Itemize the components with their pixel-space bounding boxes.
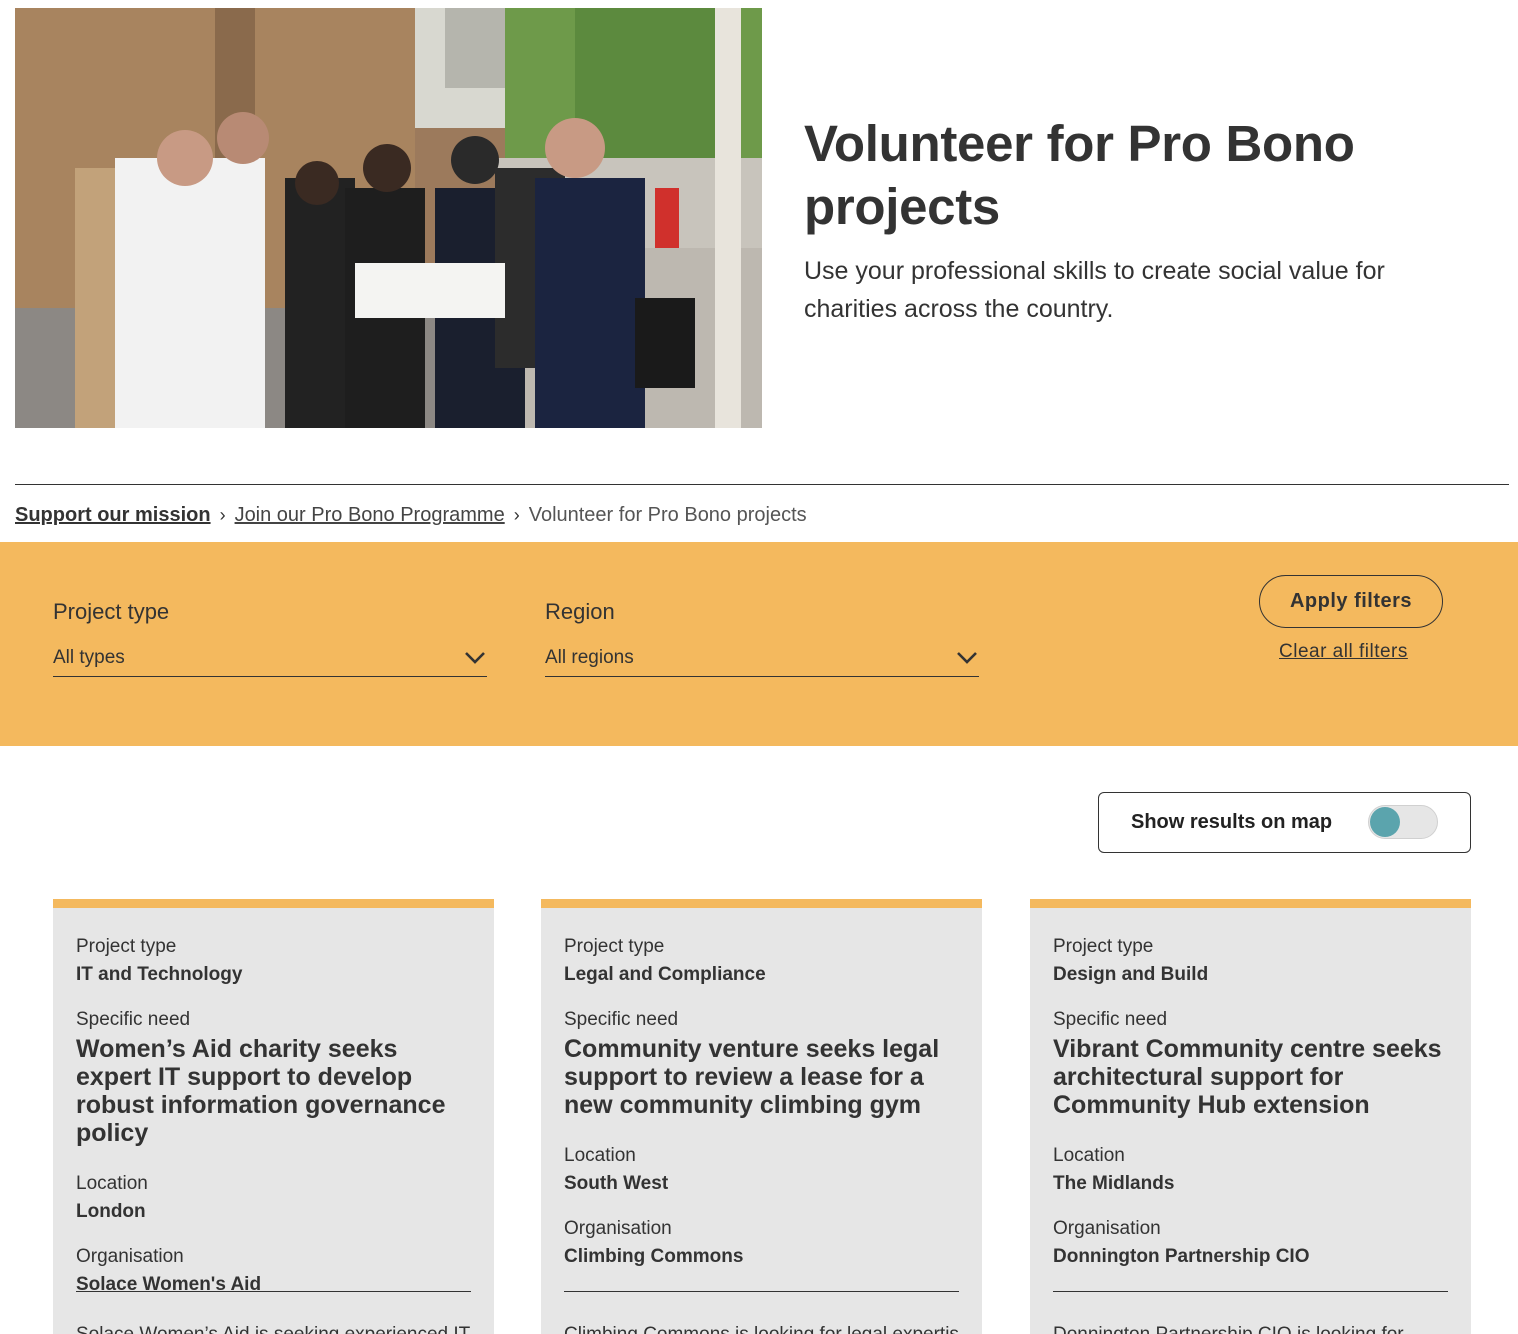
location-value: The Midlands: [1053, 1173, 1175, 1194]
chevron-down-icon: [465, 651, 485, 664]
project-type-field-label: Project type: [76, 936, 177, 957]
card-details: Project type IT and Technology Specific …: [76, 934, 471, 1298]
card-divider: [76, 1291, 471, 1292]
region-select[interactable]: All regions: [545, 639, 979, 677]
region-filter: Region All regions: [545, 598, 979, 677]
project-type-filter: Project type All types: [53, 598, 487, 677]
map-switch[interactable]: [1368, 805, 1438, 839]
project-card[interactable]: Project type Design and Build Specific n…: [1030, 899, 1471, 1334]
clear-all-filters-link[interactable]: Clear all filters: [1279, 641, 1408, 663]
project-type-label: Project type: [53, 599, 170, 624]
hero-photo: [15, 8, 762, 428]
card-details: Project type Legal and Compliance Specif…: [564, 934, 959, 1270]
specific-need-label: Specific need: [76, 1009, 191, 1030]
project-type-field-label: Project type: [1053, 936, 1154, 957]
card-description: Climbing Commons is looking for legal ex…: [564, 1322, 959, 1334]
location-value: South West: [564, 1173, 669, 1194]
section-divider: [15, 484, 1509, 485]
breadcrumb: Support our mission › Join our Pro Bono …: [15, 501, 807, 529]
specific-need-title[interactable]: Community venture seeks legal support to…: [564, 1035, 959, 1119]
page-subtitle: Use your professional skills to create s…: [804, 257, 1385, 323]
project-type-field-value: IT and Technology: [76, 964, 243, 985]
project-type-select[interactable]: All types: [53, 639, 487, 677]
organisation-label: Organisation: [1053, 1218, 1161, 1239]
organisation-value: Donnington Partnership CIO: [1053, 1246, 1310, 1267]
switch-knob: [1370, 807, 1400, 837]
specific-need-label: Specific need: [1053, 1009, 1168, 1030]
region-value: All regions: [545, 646, 634, 668]
organisation-value: Solace Women's Aid: [76, 1274, 262, 1295]
chevron-right-icon: ›: [513, 504, 520, 525]
map-toggle-label: Show results on map: [1131, 811, 1333, 833]
card-divider: [564, 1291, 959, 1292]
specific-need-label: Specific need: [564, 1009, 679, 1030]
project-card[interactable]: Project type Legal and Compliance Specif…: [541, 899, 982, 1334]
apply-filters-button[interactable]: Apply filters: [1259, 575, 1443, 628]
specific-need-title[interactable]: Vibrant Community centre seeks architect…: [1053, 1035, 1448, 1119]
card-divider: [1053, 1291, 1448, 1292]
show-on-map-toggle[interactable]: Show results on map: [1098, 792, 1471, 853]
project-type-field-label: Project type: [564, 936, 665, 957]
organisation-label: Organisation: [76, 1246, 184, 1267]
chevron-down-icon: [957, 651, 977, 664]
location-label: Location: [1053, 1145, 1125, 1166]
filter-panel: Project type All types Region All region…: [0, 542, 1518, 746]
region-label: Region: [545, 599, 615, 624]
organisation-label: Organisation: [564, 1218, 672, 1239]
card-details: Project type Design and Build Specific n…: [1053, 934, 1448, 1270]
specific-need-title[interactable]: Women’s Aid charity seeks expert IT supp…: [76, 1035, 471, 1147]
location-value: London: [76, 1201, 146, 1222]
chevron-right-icon: ›: [219, 504, 226, 525]
project-type-field-value: Legal and Compliance: [564, 964, 766, 985]
project-type-field-value: Design and Build: [1053, 964, 1209, 985]
location-label: Location: [76, 1173, 148, 1194]
card-description: Solace Women’s Aid is seeking experience…: [76, 1322, 471, 1334]
hero-text: Volunteer for Pro Bono projects Use your…: [804, 112, 1444, 328]
project-card[interactable]: Project type IT and Technology Specific …: [53, 899, 494, 1334]
hero-section: Volunteer for Pro Bono projects Use your…: [15, 8, 1509, 428]
breadcrumb-link-support-our-mission[interactable]: Support our mission: [15, 504, 211, 527]
breadcrumb-current: Volunteer for Pro Bono projects: [528, 503, 807, 526]
breadcrumb-link-pro-bono-programme[interactable]: Join our Pro Bono Programme: [235, 504, 505, 527]
location-label: Location: [564, 1145, 636, 1166]
project-type-value: All types: [53, 646, 125, 668]
organisation-value: Climbing Commons: [564, 1246, 744, 1267]
page-title: Volunteer for Pro Bono projects: [804, 115, 1355, 235]
card-description: Donnington Partnership CIO is looking fo…: [1053, 1322, 1448, 1334]
